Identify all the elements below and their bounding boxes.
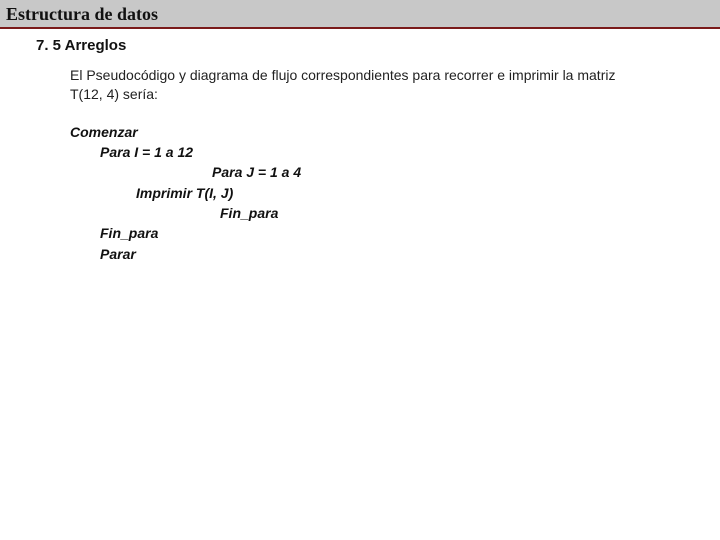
- pseudo-line: Comenzar: [70, 122, 710, 142]
- pseudo-line: Parar: [70, 244, 710, 264]
- section-subtitle: 7. 5 Arreglos: [36, 37, 710, 54]
- title-bar: Estructura de datos: [0, 0, 720, 29]
- pseudo-line: Para I = 1 a 12: [70, 142, 710, 162]
- intro-paragraph: El Pseudocódigo y diagrama de flujo corr…: [36, 66, 646, 104]
- pseudocode-block: Comenzar Para I = 1 a 12 Para J = 1 a 4 …: [36, 122, 710, 264]
- pseudo-line: Fin_para: [70, 203, 710, 223]
- pseudo-line: Imprimir T(I, J): [70, 183, 710, 203]
- pseudo-line: Fin_para: [70, 223, 710, 243]
- content-area: 7. 5 Arreglos El Pseudocódigo y diagrama…: [0, 29, 720, 274]
- page-title: Estructura de datos: [6, 4, 158, 24]
- pseudo-line: Para J = 1 a 4: [70, 162, 710, 182]
